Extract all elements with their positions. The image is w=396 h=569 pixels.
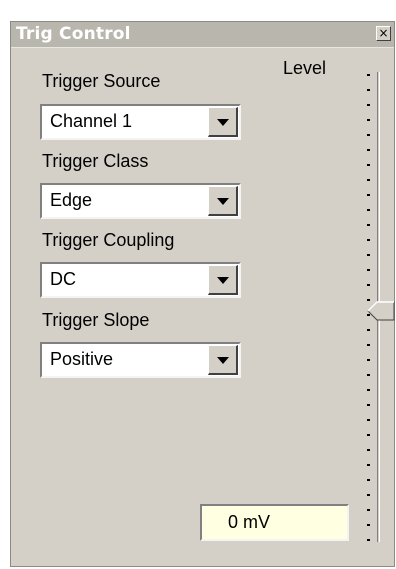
level-slider-thumb[interactable] — [367, 300, 395, 322]
slider-tick — [367, 224, 370, 226]
trigger-source-label: Trigger Source — [42, 71, 161, 91]
level-label: Level — [283, 58, 327, 78]
slider-tick — [367, 404, 370, 406]
chevron-down-icon — [217, 277, 229, 284]
slider-tick — [367, 524, 370, 526]
slider-tick — [367, 434, 370, 436]
slider-tick — [367, 539, 370, 541]
level-value-text: 0 mV — [228, 512, 271, 532]
slider-tick — [367, 209, 370, 211]
chevron-down-icon — [217, 119, 229, 126]
trigger-coupling-select[interactable]: DC — [40, 262, 241, 298]
slider-tick — [367, 194, 370, 196]
slider-tick — [367, 119, 370, 121]
trigger-slope-select[interactable]: Positive — [40, 342, 241, 378]
slider-tick — [367, 344, 370, 346]
slider-tick — [367, 269, 370, 271]
trigger-coupling-label: Trigger Coupling — [42, 230, 175, 250]
trigger-coupling-dropdown-button[interactable] — [208, 265, 238, 295]
trigger-slope-label: Trigger Slope — [42, 310, 150, 330]
level-value-field[interactable]: 0 mV — [200, 504, 349, 541]
slider-tick — [367, 149, 370, 151]
close-button[interactable]: × — [376, 26, 391, 41]
trigger-class-select[interactable]: Edge — [40, 183, 241, 219]
chevron-down-icon — [217, 198, 229, 205]
slider-tick — [367, 329, 370, 331]
close-icon: × — [378, 26, 389, 40]
trigger-source-select[interactable]: Channel 1 — [40, 104, 241, 140]
slider-tick — [367, 179, 370, 181]
slider-tick — [367, 419, 370, 421]
trigger-class-value: Edge — [50, 190, 93, 210]
slider-tick — [367, 104, 370, 106]
slider-tick — [367, 374, 370, 376]
slider-tick — [367, 449, 370, 451]
slider-tick — [367, 134, 370, 136]
slider-tick — [367, 464, 370, 466]
slider-tick — [367, 509, 370, 511]
slider-tick — [367, 239, 370, 241]
trigger-source-value: Channel 1 — [50, 111, 133, 131]
slider-tick — [367, 89, 370, 91]
slider-tick — [367, 74, 370, 76]
slider-tick — [367, 164, 370, 166]
slider-tick — [367, 284, 370, 286]
trigger-class-dropdown-button[interactable] — [208, 186, 238, 216]
slider-tick — [367, 254, 370, 256]
trigger-class-label: Trigger Class — [42, 151, 149, 171]
trigger-slope-value: Positive — [50, 349, 114, 369]
trigger-slope-dropdown-button[interactable] — [208, 345, 238, 375]
slider-tick — [367, 359, 370, 361]
slider-tick — [367, 389, 370, 391]
trigger-source-dropdown-button[interactable] — [208, 107, 238, 137]
slider-tick — [367, 479, 370, 481]
title-bar[interactable]: Trig Control × — [11, 22, 394, 48]
trigger-coupling-value: DC — [50, 269, 76, 289]
slider-tick — [367, 494, 370, 496]
window-title: Trig Control — [16, 24, 131, 44]
chevron-down-icon — [217, 357, 229, 364]
